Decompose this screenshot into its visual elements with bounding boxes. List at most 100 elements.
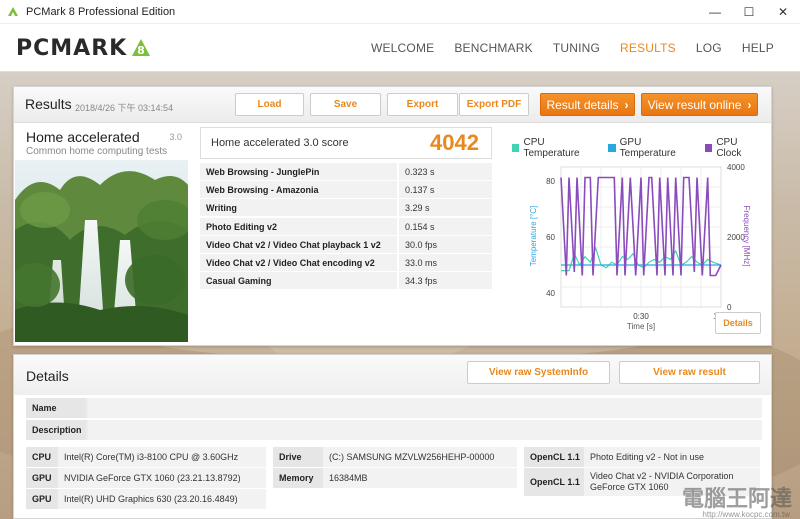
nav-results[interactable]: RESULTS xyxy=(620,41,676,55)
window-title: PCMark 8 Professional Edition xyxy=(26,5,176,18)
result-details-label: Result details xyxy=(546,97,619,112)
table-row: Video Chat v2 / Video Chat playback 1 v2… xyxy=(200,235,492,254)
test-name: Video Chat v2 / Video Chat encoding v2 xyxy=(200,253,397,272)
table-row: Video Chat v2 / Video Chat encoding v2 3… xyxy=(200,253,492,272)
gpu-value: NVIDIA GeForce GTX 1060 (23.21.13.8792) xyxy=(64,472,241,483)
cpu-label: CPU xyxy=(26,447,58,467)
test-value: 0.137 s xyxy=(397,181,492,200)
opencl-label: OpenCL 1.1 xyxy=(524,468,584,496)
maximize-button[interactable]: ☐ xyxy=(732,0,766,24)
opencl-row: OpenCL 1.1 Photo Editing v2 - Not in use xyxy=(524,447,760,467)
gpu-row: GPU Intel(R) UHD Graphics 630 (23.20.16.… xyxy=(26,489,266,509)
y-left-tick-label: 60 xyxy=(546,233,555,242)
x-axis-label: Time [s] xyxy=(627,322,655,331)
nav-benchmark[interactable]: BENCHMARK xyxy=(454,41,532,55)
opencl-label: OpenCL 1.1 xyxy=(524,447,584,467)
pcmark-app-icon xyxy=(8,6,18,16)
watermark-text: 電腦王阿達 xyxy=(681,487,792,512)
test-value: 3.29 s xyxy=(397,199,492,218)
y-left-tick-label: 40 xyxy=(546,289,555,298)
logo-number: 8 xyxy=(137,44,145,57)
description-row: Description xyxy=(26,420,762,440)
waterfall-image xyxy=(15,160,188,342)
monitoring-chart: CPU Temperature GPU Temperature CPU Cloc… xyxy=(504,124,772,344)
close-button[interactable]: ✕ xyxy=(766,0,800,24)
test-value: 0.323 s xyxy=(397,163,492,181)
table-row: Web Browsing - Amazonia 0.137 s xyxy=(200,181,492,200)
nav-log[interactable]: LOG xyxy=(696,41,722,55)
nav-welcome[interactable]: WELCOME xyxy=(371,41,434,55)
name-row: Name xyxy=(26,398,762,418)
y-left-tick-label: 80 xyxy=(546,177,555,186)
benchmark-subtitle: Common home computing tests xyxy=(26,146,168,157)
logo-badge-icon: 8 xyxy=(132,39,151,57)
gpu-label: GPU xyxy=(26,468,58,488)
description-label: Description xyxy=(26,420,86,440)
details-title: Details xyxy=(26,368,69,384)
table-row: Casual Gaming 34.3 fps xyxy=(200,272,492,291)
drive-label: Drive xyxy=(273,447,323,467)
test-name: Web Browsing - JunglePin xyxy=(200,163,397,181)
benchmark-version: 3.0 xyxy=(169,132,182,142)
minimize-button[interactable]: — xyxy=(698,0,732,24)
score-label: Home accelerated 3.0 score xyxy=(211,137,349,149)
cpu-value: Intel(R) Core(TM) i3-8100 CPU @ 3.60GHz xyxy=(64,451,239,462)
drive-row: Drive (C:) SAMSUNG MZVLW256HEHP-00000 xyxy=(273,447,517,467)
y-right-label: Frequency [MHz] xyxy=(742,206,751,267)
test-name: Casual Gaming xyxy=(200,272,397,291)
watermark-url: http://www.kocpc.com.tw xyxy=(702,510,790,519)
memory-row: Memory 16384MB xyxy=(273,468,517,488)
opencl-value: Photo Editing v2 - Not in use xyxy=(590,451,705,462)
drive-value: (C:) SAMSUNG MZVLW256HEHP-00000 xyxy=(329,451,495,462)
save-button[interactable]: Save xyxy=(310,93,381,116)
chevron-right-icon: › xyxy=(747,97,752,112)
y-right-tick-label: 0 xyxy=(727,303,732,312)
load-button[interactable]: Load xyxy=(235,93,304,116)
export-pdf-button[interactable]: Export PDF xyxy=(459,93,529,116)
name-value[interactable] xyxy=(88,398,762,418)
nav-help[interactable]: HELP xyxy=(742,41,774,55)
cpu-row: CPU Intel(R) Core(TM) i3-8100 CPU @ 3.60… xyxy=(26,447,266,467)
test-name: Photo Editing v2 xyxy=(200,217,397,236)
table-row: Photo Editing v2 0.154 s xyxy=(200,217,492,236)
memory-label: Memory xyxy=(273,468,323,488)
results-title: Results xyxy=(25,96,72,112)
chart-plot: 4060800200040000:301:00 Temperature [°C]… xyxy=(529,163,751,331)
test-value: 30.0 fps xyxy=(397,235,492,254)
chart-details-button[interactable]: Details xyxy=(715,312,761,334)
view-raw-result-button[interactable]: View raw result xyxy=(619,361,760,384)
y-right-tick-label: 4000 xyxy=(727,163,745,172)
score-box: Home accelerated 3.0 score 4042 xyxy=(200,127,492,159)
result-details-button[interactable]: Result details › xyxy=(540,93,635,116)
test-value: 0.154 s xyxy=(397,217,492,236)
results-header: Results 2018/4/26 下午 03:14:54 Load Save … xyxy=(14,87,771,123)
details-panel: Details View raw SystemInfo View raw res… xyxy=(13,354,772,519)
chevron-right-icon: › xyxy=(624,97,629,112)
benchmark-card: Home accelerated 3.0 Common home computi… xyxy=(15,124,188,342)
nav-tuning[interactable]: TUNING xyxy=(553,41,600,55)
app-header: PCMARK 8 WELCOME BENCHMARK TUNING RESULT… xyxy=(0,24,800,72)
main-nav: WELCOME BENCHMARK TUNING RESULTS LOG HEL… xyxy=(351,24,774,72)
memory-value: 16384MB xyxy=(329,472,368,483)
test-name: Video Chat v2 / Video Chat playback 1 v2 xyxy=(200,235,397,254)
name-label: Name xyxy=(26,398,86,418)
export-button[interactable]: Export xyxy=(387,93,458,116)
table-row: Writing 3.29 s xyxy=(200,199,492,218)
test-name: Web Browsing - Amazonia xyxy=(200,181,397,200)
view-raw-systeminfo-button[interactable]: View raw SystemInfo xyxy=(467,361,610,384)
table-row: Web Browsing - JunglePin 0.323 s xyxy=(200,163,492,181)
y-left-label: Temperature [°C] xyxy=(529,206,538,267)
gpu-row: GPU NVIDIA GeForce GTX 1060 (23.21.13.87… xyxy=(26,468,266,488)
logo-text: PCMARK xyxy=(16,35,128,61)
x-tick-label: 0:30 xyxy=(633,312,649,321)
test-results-table: Web Browsing - JunglePin 0.323 s Web Bro… xyxy=(200,163,492,291)
test-value: 33.0 ms xyxy=(397,253,492,272)
pcmark-logo: PCMARK 8 xyxy=(16,34,153,62)
test-name: Writing xyxy=(200,199,397,218)
benchmark-title: Home accelerated xyxy=(26,129,140,145)
score-value: 4042 xyxy=(430,130,479,155)
details-header: Details View raw SystemInfo View raw res… xyxy=(14,355,771,395)
description-value[interactable] xyxy=(88,420,762,440)
view-online-button[interactable]: View result online › xyxy=(641,93,758,116)
view-online-label: View result online xyxy=(647,97,742,112)
